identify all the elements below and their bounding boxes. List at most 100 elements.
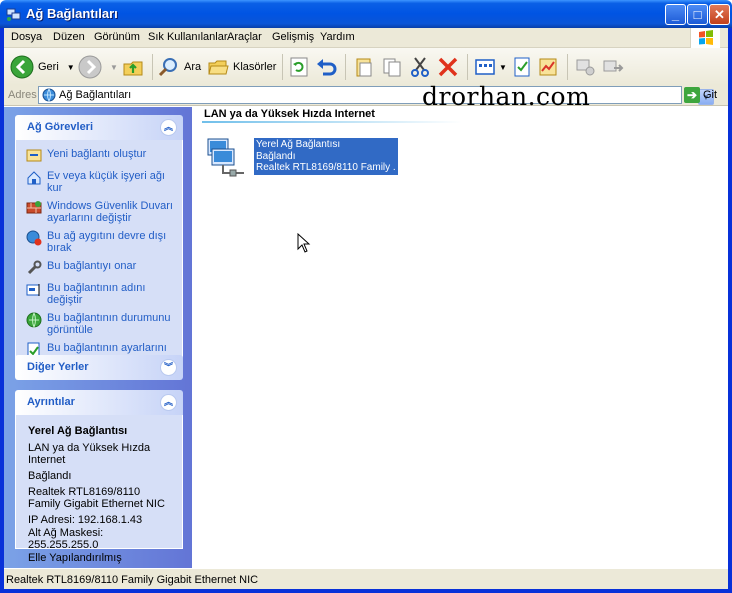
- repair-icon: [27, 260, 42, 275]
- toolbar-separator: [345, 54, 346, 80]
- details-type: LAN ya da Yüksek Hızda Internet: [28, 442, 151, 466]
- toolbar-separator: [567, 54, 568, 80]
- views-dropdown-icon[interactable]: ▼: [499, 63, 507, 72]
- title-bar[interactable]: Ağ Bağlantıları _ □ ✕: [0, 0, 732, 28]
- task-label: Windows Güvenlik Duvarı ayarlarını değiş…: [47, 200, 173, 224]
- network-bridge-icon: [603, 60, 624, 72]
- network-connections-icon: [6, 8, 21, 21]
- network-tasks-header[interactable]: Ağ Görevleri ︽: [15, 115, 183, 140]
- go-label: Git: [703, 89, 718, 101]
- status-button[interactable]: [537, 52, 559, 82]
- menu-view[interactable]: Görünüm: [94, 31, 140, 43]
- details-header[interactable]: Ayrıntılar ︽: [15, 390, 183, 415]
- collapse-icon[interactable]: ︽: [160, 119, 177, 136]
- home-network-icon: [27, 171, 41, 185]
- details-status: Bağlandı: [28, 470, 72, 482]
- task-label: Bu bağlantıyı onar: [47, 260, 137, 272]
- delete-icon: [438, 57, 458, 77]
- other-places-header[interactable]: Diğer Yerler ︾: [15, 355, 183, 380]
- folders-button[interactable]: Klasörler: [207, 52, 276, 82]
- menu-help[interactable]: Yardım: [320, 31, 355, 43]
- details-ip: IP Adresi: 192.168.1.43: [28, 514, 143, 526]
- search-icon: [158, 58, 177, 77]
- lan-connection-icon: [207, 138, 244, 177]
- back-arrow-icon: [10, 55, 34, 79]
- task-label: Bu bağlantının adını değiştir: [47, 282, 146, 306]
- firewall-icon: [26, 201, 42, 214]
- menu-tools[interactable]: Araçlar: [227, 31, 262, 43]
- view-status-icon: [26, 312, 42, 328]
- forward-button[interactable]: ▼: [78, 52, 118, 82]
- forward-dropdown-icon[interactable]: ▼: [110, 63, 118, 72]
- go-button[interactable]: ➔ Git: [684, 86, 717, 104]
- up-folder-button[interactable]: [122, 52, 144, 82]
- task-disable-device[interactable]: Bu ağ aygıtını devre dışı bırak: [26, 230, 174, 254]
- task-rename[interactable]: Bu bağlantının adını değiştir: [26, 282, 174, 306]
- menu-bar: Dosya Düzen Görünüm Sık Kullanılanlar Ar…: [4, 28, 728, 48]
- back-label: Geri: [38, 61, 59, 73]
- status-text: Realtek RTL8169/8110 Family Gigabit Ethe…: [6, 574, 259, 586]
- views-icon: [475, 59, 495, 75]
- toolbar-separator: [152, 54, 153, 80]
- group-divider: [202, 121, 462, 123]
- address-value: Ağ Bağlantıları: [59, 89, 132, 101]
- menu-advanced[interactable]: Gelişmiş: [272, 31, 314, 43]
- menu-edit[interactable]: Düzen: [53, 31, 85, 43]
- rename-icon: [26, 284, 40, 296]
- copy-to-icon: [356, 58, 372, 77]
- details-subnet: Alt Ağ Maskesi: 255.255.255.0: [28, 527, 104, 551]
- window-frame-right: [728, 28, 732, 593]
- task-repair[interactable]: Bu bağlantıyı onar: [26, 260, 174, 276]
- delete-button[interactable]: [437, 52, 459, 82]
- back-dropdown-icon[interactable]: ▼: [67, 63, 75, 72]
- search-button[interactable]: Ara: [158, 52, 201, 82]
- task-label: Bu ağ aygıtını devre dışı bırak: [47, 230, 167, 254]
- task-label: Yeni bağlantı oluştur: [47, 148, 147, 160]
- connection-item[interactable]: Yerel Ağ Bağlantısı Bağlandı Realtek RTL…: [204, 137, 399, 179]
- undo-button[interactable]: [315, 52, 337, 82]
- connections-view[interactable]: LAN ya da Yüksek Hızda Internet Yerel Ağ…: [192, 107, 728, 568]
- search-label: Ara: [184, 61, 202, 73]
- cut-button[interactable]: [409, 52, 431, 82]
- network-setup-icon: [576, 59, 595, 76]
- refresh-icon: [290, 57, 308, 77]
- expand-icon[interactable]: ︾: [160, 359, 177, 376]
- address-bar: Adres Ağ Bağlantıları ▼ ➔ Git: [4, 84, 728, 106]
- details-name: Yerel Ağ Bağlantısı: [28, 425, 128, 437]
- details-device: Realtek RTL8169/8110 Family Gigabit Ethe…: [28, 486, 165, 510]
- task-new-connection[interactable]: Yeni bağlantı oluştur: [26, 148, 174, 164]
- close-button[interactable]: ✕: [709, 4, 730, 25]
- properties-button[interactable]: [511, 52, 533, 82]
- go-arrow-icon: ➔: [684, 87, 700, 103]
- minimize-button[interactable]: _: [665, 4, 686, 25]
- copy-to-button[interactable]: [353, 52, 375, 82]
- details-config: Elle Yapılandırılmış: [28, 552, 122, 564]
- details-title: Ayrıntılar: [27, 396, 75, 408]
- disable-device-icon: [26, 230, 42, 246]
- maximize-button[interactable]: □: [687, 4, 708, 25]
- network-tasks-body: Yeni bağlantı oluştur Ev veya küçük işye…: [15, 140, 183, 375]
- views-button[interactable]: ▼: [474, 52, 507, 82]
- menu-favorites[interactable]: Sık Kullanılanlar: [148, 31, 228, 43]
- move-to-button[interactable]: [381, 52, 403, 82]
- mouse-cursor-icon: [297, 233, 311, 253]
- task-pane: Ağ Görevleri ︽ Yeni bağlantı oluştur Ev …: [4, 107, 192, 568]
- network-bridge-button[interactable]: [602, 52, 624, 82]
- status-icon: [539, 58, 557, 76]
- refresh-button[interactable]: [288, 52, 310, 82]
- network-setup-button[interactable]: [574, 52, 596, 82]
- network-folder-icon: [42, 88, 56, 102]
- task-firewall[interactable]: Windows Güvenlik Duvarı ayarlarını değiş…: [26, 200, 174, 224]
- connection-name: Yerel Ağ Bağlantısı: [256, 139, 341, 150]
- scissors-icon: [411, 57, 429, 77]
- task-view-status[interactable]: Bu bağlantının durumunu görüntüle: [26, 312, 174, 336]
- menu-file[interactable]: Dosya: [11, 31, 42, 43]
- connection-status: Bağlandı: [256, 150, 296, 162]
- toolbar-separator: [282, 54, 283, 80]
- properties-icon: [514, 57, 530, 77]
- back-button[interactable]: Geri ▼: [10, 52, 75, 82]
- details-body: Yerel Ağ Bağlantısı LAN ya da Yüksek Hız…: [15, 415, 183, 564]
- collapse-icon[interactable]: ︽: [160, 394, 177, 411]
- task-home-network[interactable]: Ev veya küçük işyeri ağı kur: [26, 170, 174, 194]
- task-label: Ev veya küçük işyeri ağı kur: [47, 170, 165, 194]
